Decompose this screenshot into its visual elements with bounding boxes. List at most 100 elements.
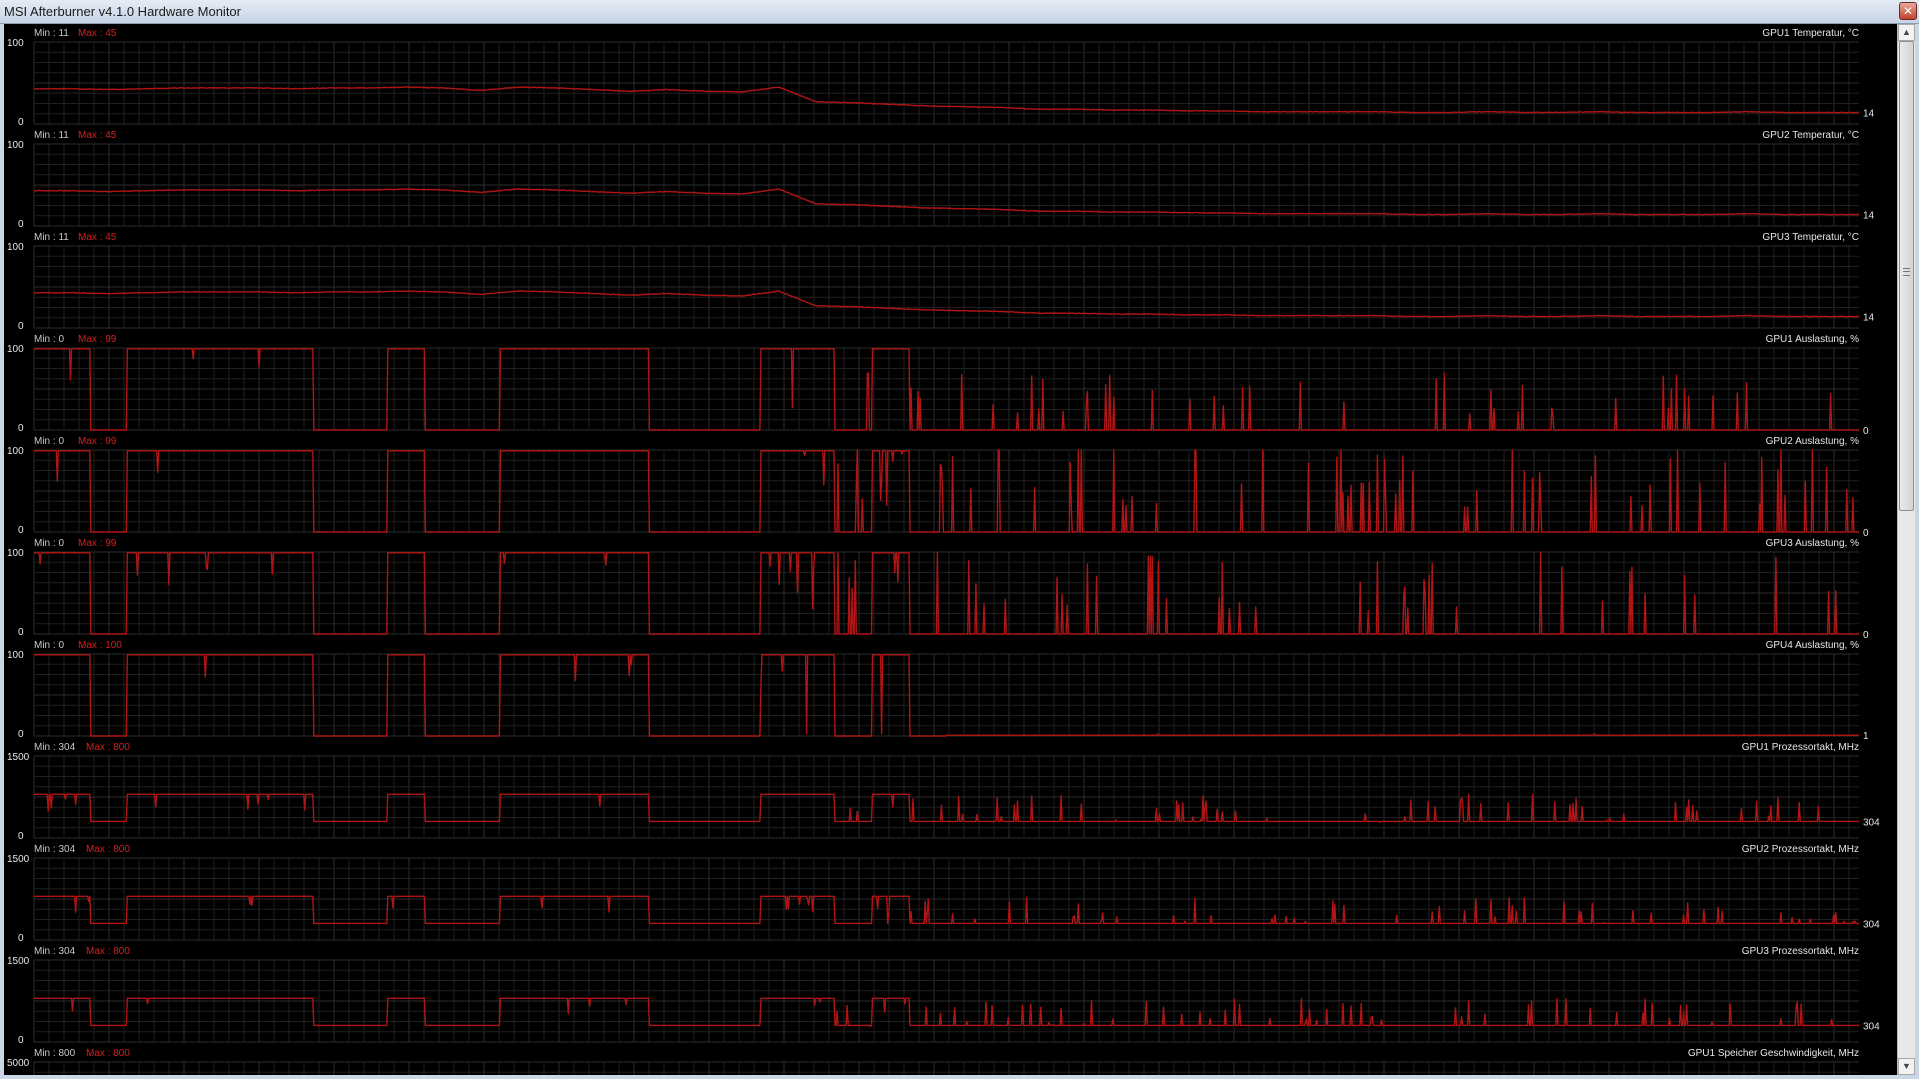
y-axis-min-label: 0	[18, 525, 24, 536]
y-axis-min-label: 0	[18, 831, 24, 842]
graph-title: GPU2 Auslastung, %	[1766, 436, 1859, 447]
graph-grid	[33, 347, 1859, 431]
min-value-label: Min : 304	[34, 742, 76, 753]
window-border-bottom	[0, 1075, 1919, 1079]
current-value-label: 304	[1863, 817, 1880, 828]
graph-panel-9: 1500 0 Min : 304 Max : 800 GPU2 Prozessortak…	[7, 844, 1880, 944]
min-value-label: Min : 11	[34, 232, 69, 243]
graph-panel-5: 100 0 Min : 0 Max : 99 GPU2 Auslastung, % 0	[7, 436, 1869, 539]
graph-title: GPU1 Temperatur, °C	[1762, 28, 1859, 39]
min-value-label: Min : 0	[34, 538, 64, 549]
graph-title: GPU3 Auslastung, %	[1766, 538, 1859, 549]
y-axis-min-label: 0	[18, 423, 24, 434]
graph-panel-10: 1500 0 Min : 304 Max : 800 GPU3 Prozessortak…	[7, 946, 1880, 1046]
y-axis-max-label: 5000	[7, 1058, 30, 1069]
scroll-up-arrow-icon[interactable]: ▲	[1898, 24, 1915, 41]
monitoring-graphs: 100 0 Min : 11 Max : 45 GPU1 Temperatur, °C 1…	[7, 28, 1880, 1075]
series-line	[33, 290, 1859, 318]
graph-title: GPU1 Auslastung, %	[1766, 334, 1859, 345]
vertical-scrollbar[interactable]: ▲ ▼	[1897, 24, 1915, 1075]
y-axis-max-label: 100	[7, 242, 24, 253]
series-line	[34, 188, 1860, 216]
graph-panel-3: 100 0 Min : 11 Max : 45 GPU3 Temperatur, °C 1…	[7, 232, 1875, 332]
current-value-label: 14	[1863, 109, 1875, 120]
max-value-label: Max : 100	[78, 640, 122, 651]
y-axis-max-label: 100	[7, 548, 24, 559]
graph-area: 100 0 Min : 11 Max : 45 GPU1 Temperatur, °C 1…	[4, 24, 1897, 1075]
min-value-label: Min : 800	[34, 1048, 76, 1059]
min-value-label: Min : 304	[34, 946, 76, 957]
graph-grid	[33, 1061, 1859, 1075]
graph-panel-6: 100 0 Min : 0 Max : 99 GPU3 Auslastung, % 0	[7, 538, 1869, 641]
y-axis-max-label: 1500	[7, 956, 30, 967]
current-value-label: 14	[1863, 211, 1875, 222]
min-value-label: Min : 11	[34, 130, 69, 141]
graph-grid	[33, 755, 1859, 839]
graph-grid	[33, 449, 1859, 533]
current-value-label: 0	[1863, 630, 1869, 641]
graph-title: GPU2 Temperatur, °C	[1762, 130, 1859, 141]
graph-title: GPU3 Temperatur, °C	[1762, 232, 1859, 243]
window-border-right	[1915, 24, 1919, 1079]
window-title: MSI Afterburner v4.1.0 Hardware Monitor	[4, 4, 241, 19]
current-value-label: 14	[1863, 313, 1875, 324]
graph-grid	[33, 857, 1859, 941]
max-value-label: Max : 45	[78, 232, 117, 243]
graph-grid	[33, 551, 1859, 635]
max-value-label: Max : 800	[86, 1048, 130, 1059]
series-line	[34, 997, 1859, 1028]
max-value-label: Max : 45	[78, 28, 117, 39]
max-value-label: Max : 99	[78, 334, 117, 345]
hardware-monitor-window: MSI Afterburner v4.1.0 Hardware Monitor …	[0, 0, 1919, 1079]
min-value-label: Min : 304	[34, 844, 76, 855]
y-axis-min-label: 0	[18, 219, 24, 230]
min-value-label: Min : 0	[34, 640, 64, 651]
y-axis-max-label: 100	[7, 140, 24, 151]
y-axis-max-label: 100	[7, 344, 24, 355]
max-value-label: Max : 99	[78, 538, 117, 549]
graph-panel-8: 1500 0 Min : 304 Max : 800 GPU1 Prozessortak…	[7, 742, 1880, 842]
close-icon: ✕	[1902, 4, 1914, 18]
min-value-label: Min : 0	[34, 436, 64, 447]
y-axis-min-label: 0	[18, 933, 24, 944]
current-value-label: 304	[1863, 1021, 1880, 1032]
min-value-label: Min : 11	[34, 28, 69, 39]
max-value-label: Max : 99	[78, 436, 117, 447]
graph-title: GPU3 Prozessortakt, MHz	[1742, 946, 1859, 957]
close-button[interactable]: ✕	[1899, 2, 1917, 20]
max-value-label: Max : 800	[86, 946, 130, 957]
y-axis-max-label: 100	[7, 446, 24, 457]
graph-panel-11: 5000 Min : 800 Max : 800 GPU1 Speicher Gesc…	[7, 1048, 1859, 1075]
y-axis-max-label: 100	[7, 38, 24, 49]
current-value-label: 304	[1863, 919, 1880, 930]
series-line	[34, 793, 1859, 824]
graph-panel-1: 100 0 Min : 11 Max : 45 GPU1 Temperatur, °C 1…	[7, 28, 1875, 128]
graph-grid	[33, 653, 1859, 737]
min-value-label: Min : 0	[34, 334, 64, 345]
scrollbar-thumb[interactable]	[1899, 41, 1914, 511]
title-bar[interactable]: MSI Afterburner v4.1.0 Hardware Monitor …	[0, 0, 1919, 24]
graph-title: GPU4 Auslastung, %	[1766, 640, 1859, 651]
y-axis-min-label: 0	[18, 627, 24, 638]
y-axis-min-label: 0	[18, 1035, 24, 1046]
current-value-label: 0	[1863, 528, 1869, 539]
y-axis-min-label: 0	[18, 729, 24, 740]
max-value-label: Max : 45	[78, 130, 117, 141]
scroll-down-arrow-icon[interactable]: ▼	[1898, 1058, 1915, 1075]
graph-panel-7: 100 0 Min : 0 Max : 100 GPU4 Auslastung, % 1	[7, 640, 1869, 742]
y-axis-min-label: 0	[18, 321, 24, 332]
current-value-label: 0	[1863, 426, 1869, 437]
graph-title: GPU1 Speicher Geschwindigkeit, MHz	[1688, 1048, 1859, 1059]
scrollbar-grip-icon	[1903, 268, 1910, 276]
max-value-label: Max : 800	[86, 742, 130, 753]
graph-grid	[33, 959, 1859, 1043]
y-axis-max-label: 1500	[7, 752, 30, 763]
y-axis-min-label: 0	[18, 117, 24, 128]
graph-panel-4: 100 0 Min : 0 Max : 99 GPU1 Auslastung, % 0	[7, 334, 1869, 437]
graph-panel-2: 100 0 Min : 11 Max : 45 GPU2 Temperatur, °C 1…	[7, 130, 1875, 230]
graph-title: GPU2 Prozessortakt, MHz	[1742, 844, 1859, 855]
max-value-label: Max : 800	[86, 844, 130, 855]
series-line	[33, 86, 1860, 114]
y-axis-max-label: 100	[7, 650, 24, 661]
y-axis-max-label: 1500	[7, 854, 30, 865]
